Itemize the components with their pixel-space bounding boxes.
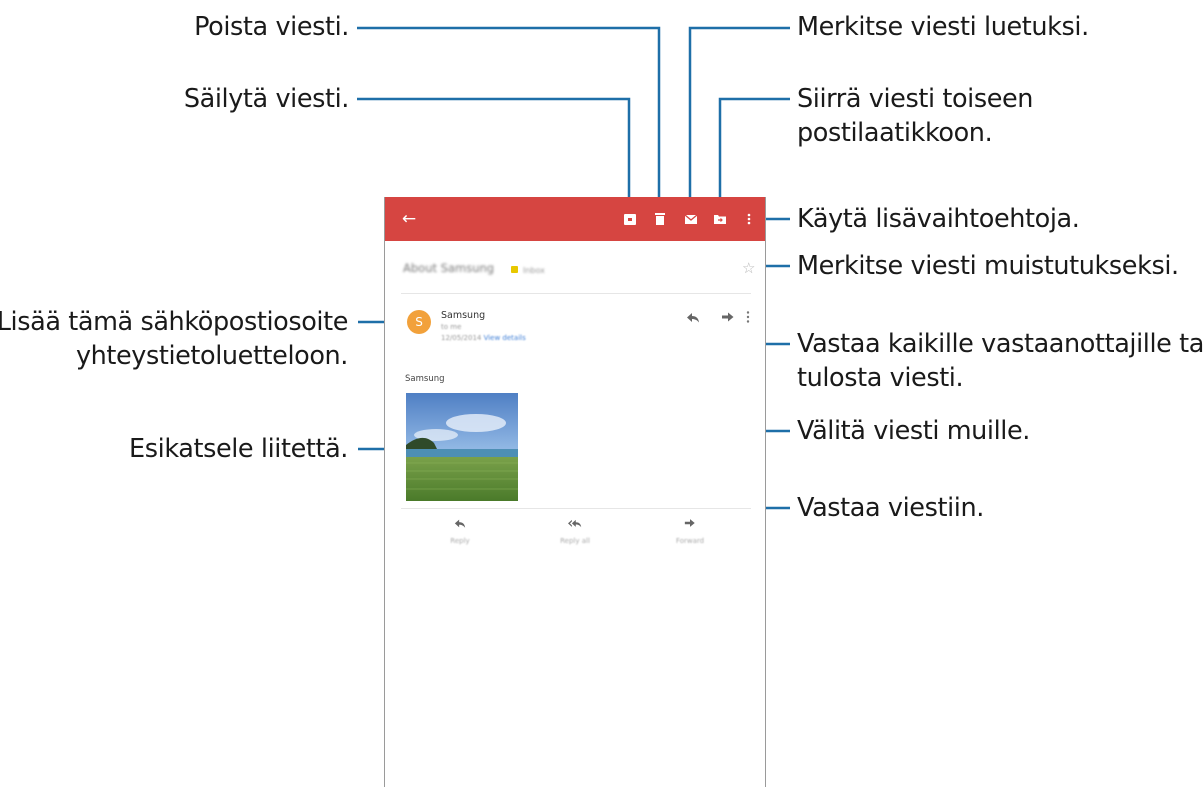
phone-screen: ← About Samsung Inbox ☆ S Samsung to me …: [384, 197, 766, 787]
line-keep: [357, 97, 631, 208]
callout-move-line1: Siirrä viesti toiseen: [797, 84, 1034, 114]
email-date: 12/05/2014: [441, 334, 482, 342]
forward-action-icon: [650, 517, 730, 533]
reply-all-action-label: Reply all: [560, 537, 590, 545]
recipient-text: to me: [441, 323, 462, 331]
callout-reminder: Merkitse viesti muistutukseksi.: [797, 251, 1179, 281]
callout-keep: Säilytä viesti.: [183, 84, 350, 114]
sender-name: Samsung: [441, 310, 486, 321]
callout-add-contact-line1: Lisää tämä sähköpostiosoite: [0, 307, 348, 337]
callout-reply-all-print-line1: Vastaa kaikille vastaanottajille tai: [797, 329, 1204, 359]
line-delete: [357, 26, 661, 208]
reply-all-icon: [535, 517, 615, 533]
date-row: 12/05/2014 View details: [441, 334, 526, 342]
callout-preview: Esikatsele liitettä.: [129, 434, 348, 464]
more-vert-icon[interactable]: [739, 209, 759, 229]
reply-action-label: Reply: [450, 537, 470, 545]
subject-row: About Samsung Inbox: [403, 261, 748, 279]
callout-add-contact: Lisää tämä sähköpostiosoite yhteystietol…: [0, 305, 348, 373]
callout-reply-all-print-line2: tulosta viesti.: [797, 363, 964, 393]
divider: [401, 508, 751, 509]
callout-move-line2: postilaatikkoon.: [797, 118, 993, 148]
callout-reply-all-print: Vastaa kaikille vastaanottajille tai tul…: [797, 327, 1204, 395]
callout-move: Siirrä viesti toiseen postilaatikkoon.: [797, 82, 1033, 150]
callout-forward: Välitä viesti muille.: [797, 416, 1030, 446]
attachment-thumbnail[interactable]: [406, 393, 518, 501]
overflow-icon[interactable]: [745, 309, 751, 323]
back-arrow-icon[interactable]: ←: [399, 209, 419, 229]
forward-action-label: Forward: [675, 537, 705, 545]
trash-icon[interactable]: [650, 209, 670, 229]
callout-mark-read: Merkitse viesti luetuksi.: [797, 12, 1089, 42]
mailbox-tag: Inbox: [523, 266, 545, 275]
line-move: [718, 97, 790, 208]
forward-icon[interactable]: [721, 309, 735, 323]
app-bar: ←: [385, 197, 765, 241]
line-mark-read: [688, 26, 790, 208]
view-details-link[interactable]: View details: [484, 334, 526, 342]
divider: [401, 293, 751, 294]
email-subject: About Samsung: [403, 261, 495, 275]
callout-delete: Poista viesti.: [194, 12, 349, 42]
callout-add-contact-line2: yhteystietoluetteloon.: [75, 341, 348, 371]
archive-icon[interactable]: [620, 209, 640, 229]
star-icon[interactable]: ☆: [742, 259, 755, 277]
email-body: Samsung: [405, 374, 445, 384]
move-folder-icon[interactable]: [710, 209, 730, 229]
reply-all-action-button[interactable]: Reply all: [535, 517, 615, 545]
sender-avatar[interactable]: S: [407, 310, 431, 334]
label-tag-icon: [511, 266, 518, 273]
callout-reply: Vastaa viestiin.: [797, 493, 984, 523]
reply-action-icon: [420, 517, 500, 533]
reply-action-button[interactable]: Reply: [420, 517, 500, 545]
envelope-icon[interactable]: [681, 209, 701, 229]
reply-icon[interactable]: [686, 309, 700, 323]
forward-action-button[interactable]: Forward: [650, 517, 730, 545]
callout-more-options: Käytä lisävaihtoehtoja.: [797, 204, 1080, 234]
